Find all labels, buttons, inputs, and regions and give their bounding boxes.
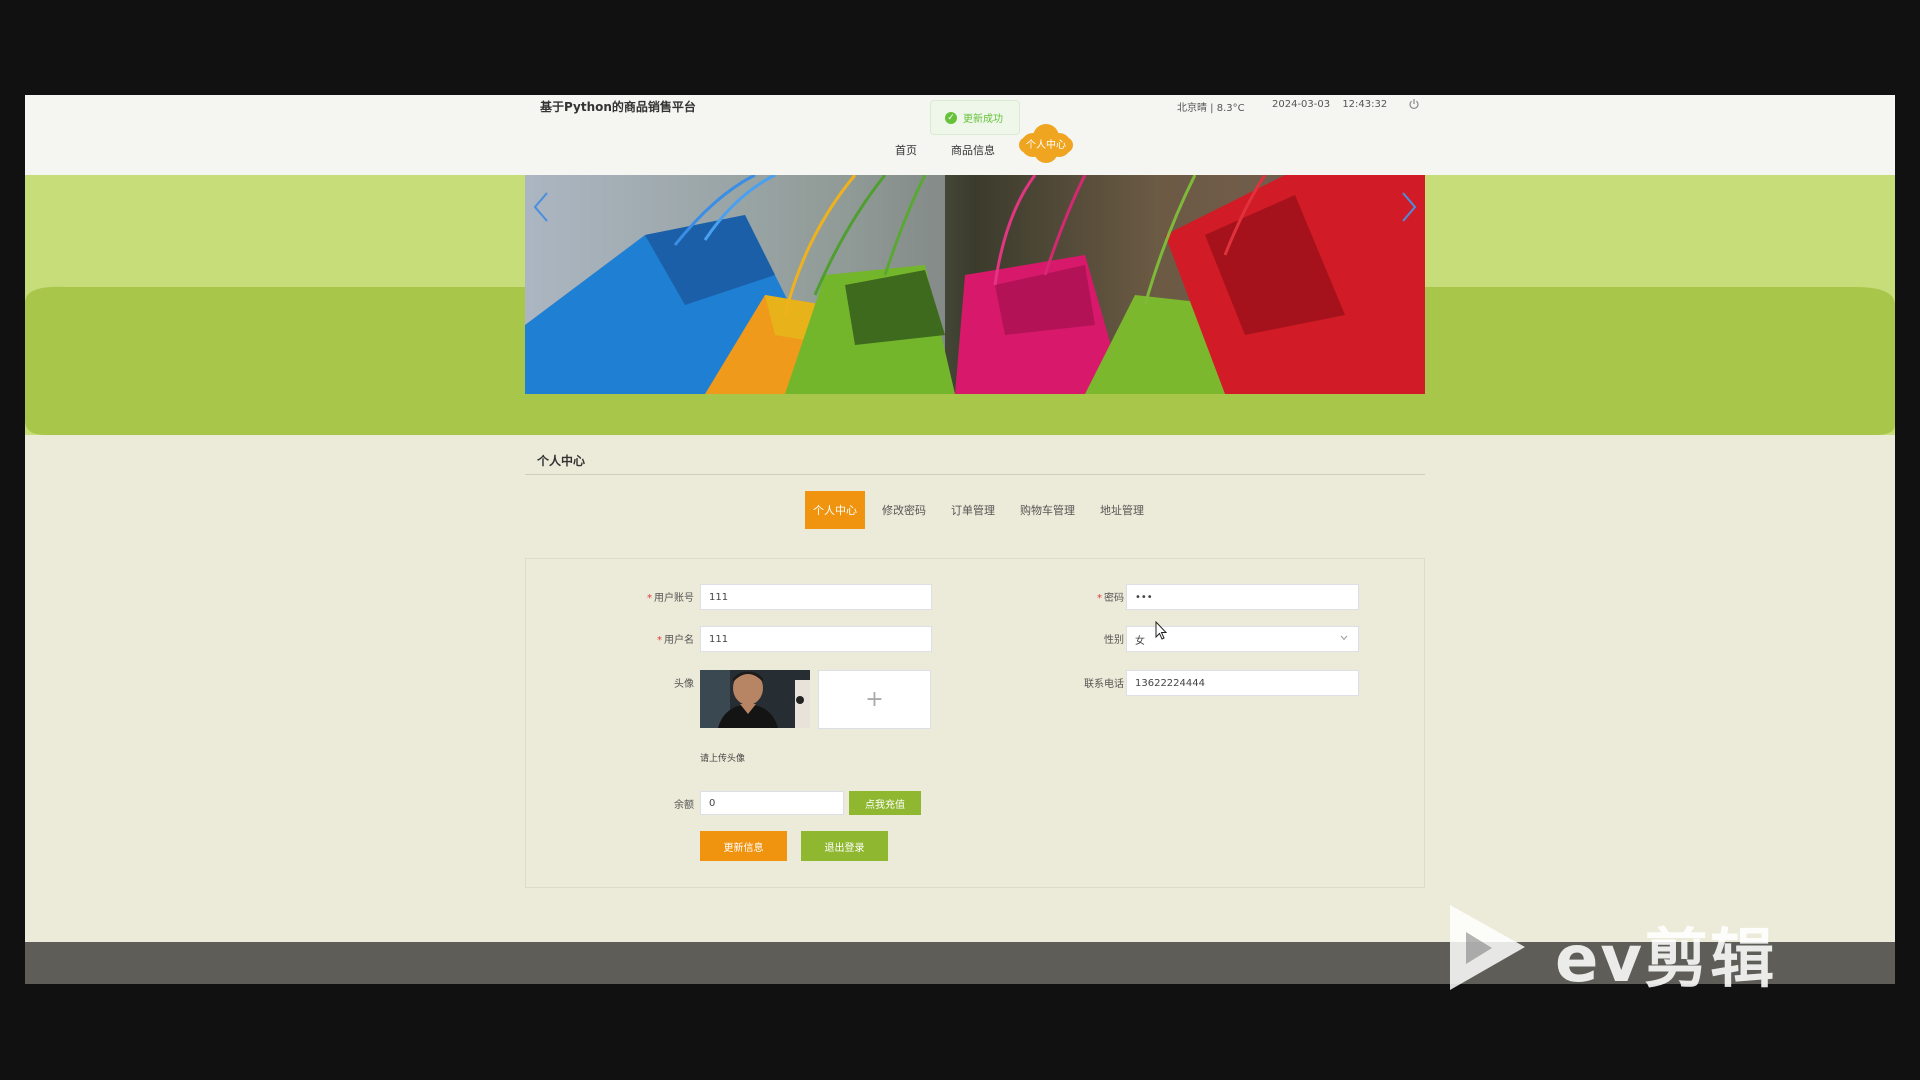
phone-input[interactable]: 13622224444 [1126,670,1359,696]
balance-label: 余额 [674,800,694,811]
main-nav: 首页 商品信息 [895,135,1029,165]
tab-change-password[interactable]: 修改密码 [872,491,936,529]
current-date: 2024-03-03 [1272,99,1331,110]
tab-address-management[interactable]: 地址管理 [1090,491,1154,529]
avatar-upload-box[interactable]: + [818,670,931,729]
phone-label: 联系电话 [1084,679,1124,690]
gender-value: 女 [1135,635,1145,647]
recharge-button[interactable]: 点我充值 [849,791,921,815]
personal-center-tabs: 个人中心 修改密码 订单管理 购物车管理 地址管理 [805,491,1159,529]
success-toast: ✓ 更新成功 [930,100,1020,135]
chevron-left-icon[interactable] [531,187,551,227]
current-time: 12:43:32 [1342,99,1388,110]
profile-form: * 用户账号 111 * 用户名 111 头像 + 请上传头像 余额 0 点我充值 … [525,558,1425,888]
avatar-label: 头像 [674,679,694,690]
gender-label: 性别 [1104,635,1124,646]
site-title: 基于Python的商品销售平台 [540,100,696,114]
password-input[interactable]: ••• [1126,584,1359,610]
chevron-right-icon[interactable] [1399,187,1419,227]
update-info-button[interactable]: 更新信息 [700,831,787,861]
section-divider [525,474,1425,475]
banner-carousel[interactable] [525,175,1425,394]
weather-info: 北京晴 | 8.3°C [1177,103,1245,114]
password-label: * 密码 [1097,593,1124,604]
tab-cart-management[interactable]: 购物车管理 [1010,491,1085,529]
shopping-bags-image [525,175,1425,394]
tab-order-management[interactable]: 订单管理 [941,491,1005,529]
username-label: * 用户名 [657,635,694,646]
username-input[interactable]: 111 [700,626,932,652]
tab-personal-center[interactable]: 个人中心 [805,491,865,529]
nav-item-personal-center[interactable]: 个人中心 [1013,121,1079,165]
toast-message: 更新成功 [963,114,1003,125]
logout-button[interactable]: 退出登录 [801,831,888,861]
site-header: 基于Python的商品销售平台 ✓ 更新成功 北京晴 | 8.3°C 2024-… [25,95,1895,175]
mouse-cursor-icon [1155,621,1168,640]
account-label: * 用户账号 [647,593,694,604]
nav-item-home[interactable]: 首页 [895,142,917,158]
account-input[interactable]: 111 [700,584,932,610]
upload-hint: 请上传头像 [700,754,746,764]
plus-icon: + [865,687,884,712]
chevron-down-icon [1340,635,1348,641]
power-icon[interactable] [1408,98,1420,110]
nav-item-products[interactable]: 商品信息 [951,142,995,158]
balance-input[interactable]: 0 [700,791,844,815]
browser-page: 基于Python的商品销售平台 ✓ 更新成功 北京晴 | 8.3°C 2024-… [25,95,1895,984]
check-circle-icon: ✓ [945,111,957,124]
nav-active-label: 个人中心 [1026,139,1066,151]
section-title: 个人中心 [537,454,586,468]
datetime: 2024-03-03 12:43:32 [1272,99,1387,110]
avatar [700,670,810,728]
watermark-text: ev剪辑 [1555,923,1777,997]
